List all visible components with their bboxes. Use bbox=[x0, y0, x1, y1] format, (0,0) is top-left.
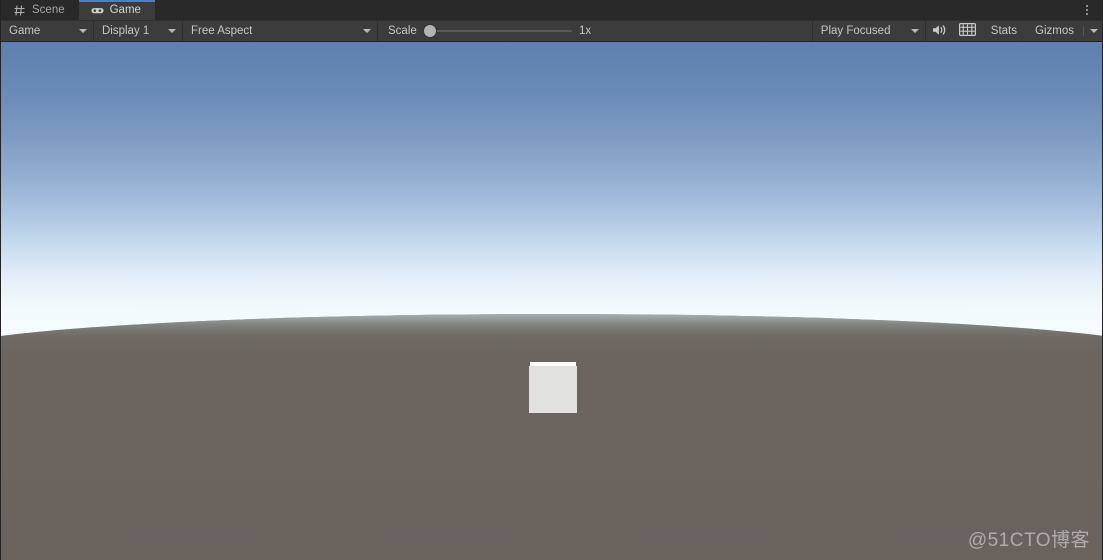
chevron-down-icon bbox=[1090, 29, 1098, 33]
chevron-down-icon bbox=[363, 29, 371, 33]
frame-grid-icon bbox=[959, 23, 977, 39]
game-view-toolbar: Game Display 1 Free Aspect Scale 1x Play… bbox=[1, 20, 1102, 42]
aspect-ratio-dropdown[interactable]: Free Aspect bbox=[183, 21, 377, 41]
play-mode-label: Play Focused bbox=[820, 24, 891, 37]
tab-scene[interactable]: Scene bbox=[1, 0, 79, 20]
scale-value-label: 1x bbox=[579, 24, 592, 37]
cube-front-face bbox=[529, 366, 577, 413]
vertical-ellipsis-icon[interactable] bbox=[1076, 0, 1098, 20]
watermark: @51CTO博客 bbox=[967, 530, 1090, 551]
gizmos-dropdown-button[interactable] bbox=[1084, 21, 1102, 41]
grid-icon bbox=[13, 4, 26, 17]
scale-label: Scale bbox=[388, 24, 417, 37]
scale-control-group: Scale 1x bbox=[378, 21, 604, 41]
scale-slider-handle[interactable] bbox=[423, 25, 436, 37]
gizmos-button[interactable]: Gizmos bbox=[1026, 21, 1083, 41]
game-view-render-area[interactable]: @51CTO博客 bbox=[1, 42, 1102, 560]
chevron-down-icon bbox=[910, 29, 919, 33]
chevron-down-icon bbox=[79, 29, 87, 33]
view-mode-label: Game bbox=[9, 24, 41, 37]
ellipsis-dots bbox=[1086, 5, 1088, 15]
cube-object[interactable] bbox=[529, 362, 577, 413]
stats-button[interactable]: Stats bbox=[982, 21, 1026, 41]
mute-audio-button[interactable] bbox=[926, 21, 954, 41]
display-dropdown[interactable]: Display 1 bbox=[94, 21, 182, 41]
view-mode-dropdown[interactable]: Game bbox=[1, 21, 93, 41]
play-mode-dropdown[interactable]: Play Focused bbox=[813, 21, 925, 41]
gizmos-button-group: Gizmos bbox=[1026, 21, 1102, 41]
scale-slider[interactable] bbox=[423, 24, 572, 38]
gizmos-label: Gizmos bbox=[1035, 25, 1074, 37]
tab-strip: Scene Game bbox=[1, 0, 1102, 20]
display-label: Display 1 bbox=[102, 24, 150, 37]
chevron-down-icon bbox=[168, 29, 176, 33]
ground-plane bbox=[1, 314, 1102, 560]
stats-label: Stats bbox=[990, 25, 1018, 37]
scale-slider-track bbox=[423, 30, 572, 32]
tab-game-label: Game bbox=[109, 4, 141, 16]
aspect-frame-button[interactable] bbox=[954, 21, 982, 41]
tab-scene-label: Scene bbox=[32, 4, 65, 16]
aspect-ratio-label: Free Aspect bbox=[191, 24, 253, 37]
speaker-icon bbox=[932, 23, 948, 40]
tab-game[interactable]: Game bbox=[78, 0, 156, 20]
unity-game-view-window: Scene Game Game Display 1 Free Aspect Sc… bbox=[0, 0, 1103, 560]
gamepad-icon bbox=[91, 4, 104, 17]
